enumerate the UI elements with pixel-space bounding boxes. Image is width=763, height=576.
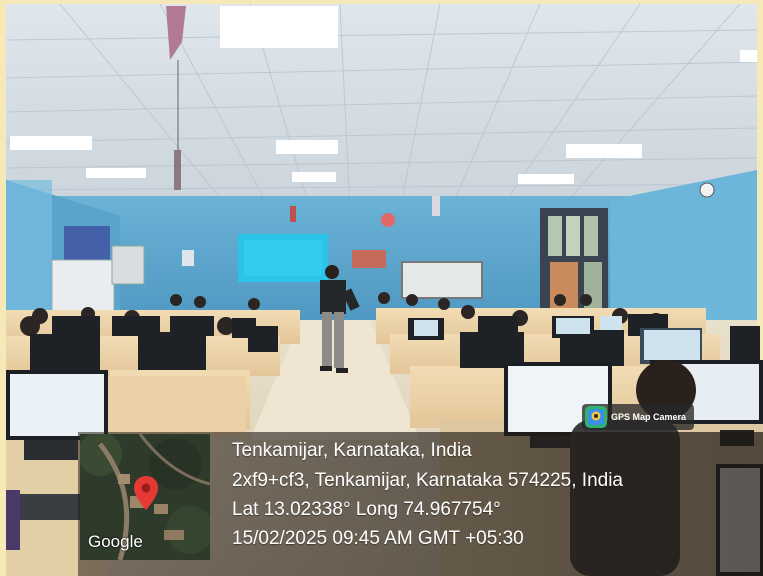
camera-pin-icon [585, 406, 607, 428]
datetime: 15/02/2025 09:45 AM GMT +05:30 [232, 528, 524, 549]
map-attribution: Google [88, 532, 143, 551]
whiteboard [401, 261, 483, 299]
location-title: Tenkamijar, Karnataka, India [232, 440, 472, 461]
coordinates: Lat 13.02338° Long 74.967754° [232, 499, 501, 520]
gps-map-camera-badge: GPS Map Camera [582, 404, 694, 430]
location-pin-icon [134, 476, 158, 510]
address: 2xf9+cf3, Tenkamijar, Karnataka 574225, … [232, 470, 623, 491]
windows [540, 208, 608, 312]
badge-label: GPS Map Camera [611, 412, 687, 422]
photo: Google GPS Map Camera Tenkamijar, Karnat… [0, 0, 763, 576]
